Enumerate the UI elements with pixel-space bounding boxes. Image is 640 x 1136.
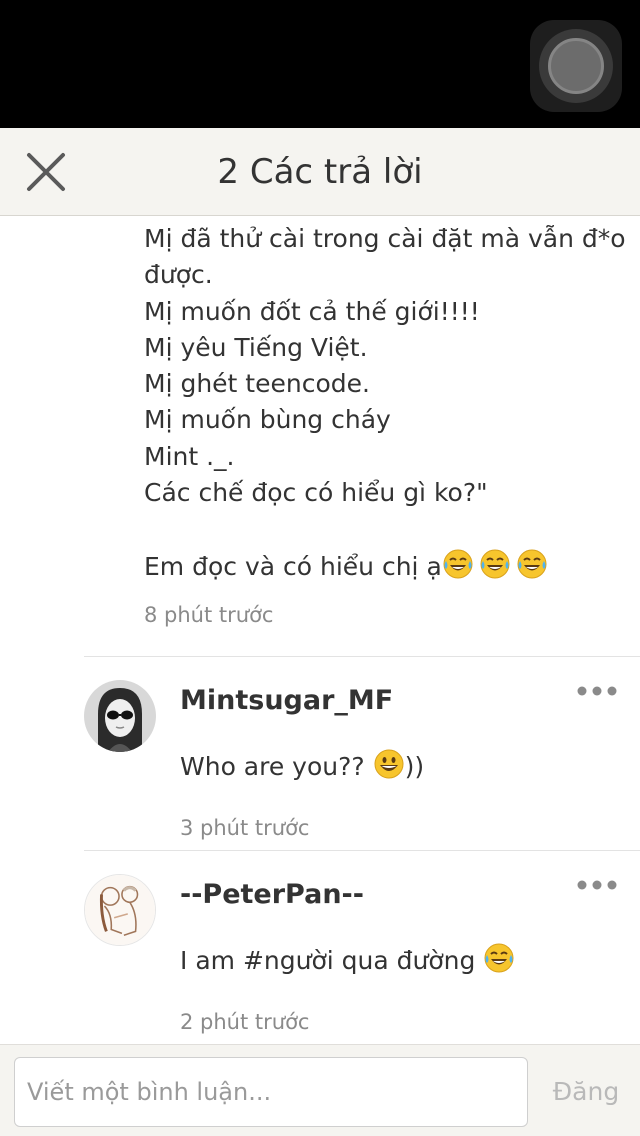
- grinning-face-emoji-icon: [373, 748, 405, 780]
- main-comment-text: Mị đã thử cài trong cài đặt mà vẫn đ*o đ…: [144, 221, 626, 585]
- reply-text: Who are you?? )): [180, 748, 424, 781]
- reply-time: 3 phút trước: [180, 816, 310, 840]
- user-avatar-image: [85, 875, 155, 945]
- tears-of-joy-emoji-icon: [483, 942, 515, 974]
- comment-composer: Đăng: [0, 1044, 640, 1136]
- close-icon: [27, 153, 65, 191]
- avatar[interactable]: [84, 874, 156, 946]
- reply-author[interactable]: --PeterPan--: [180, 879, 364, 910]
- reply-line-text: Em đọc và có hiểu chị ạ: [144, 551, 442, 581]
- tears-of-joy-emoji-icon: [479, 548, 511, 580]
- assistive-touch-dot: [548, 38, 604, 94]
- reply-item: --PeterPan-- I am #người qua đường 2 phú…: [0, 851, 640, 1044]
- comment-line: Mint ._.: [144, 441, 235, 471]
- reply-text-suffix: )): [404, 752, 425, 781]
- assistive-touch-button[interactable]: [530, 20, 622, 112]
- more-dots-icon: [577, 686, 617, 696]
- more-options-button[interactable]: [576, 681, 618, 701]
- comment-line: Mị ghét teencode.: [144, 369, 370, 399]
- tears-of-joy-emoji-icon: [516, 548, 548, 580]
- status-area: [0, 0, 640, 128]
- more-dots-icon: [577, 880, 617, 890]
- comment-line: Các chế đọc có hiểu gì ko?": [144, 478, 488, 508]
- post-button[interactable]: Đăng: [544, 1057, 628, 1127]
- comment-input[interactable]: [14, 1057, 528, 1127]
- user-avatar-image: [84, 680, 156, 752]
- page-title: 2 Các trả lời: [217, 152, 423, 192]
- tears-of-joy-emoji-icon: [442, 548, 474, 580]
- avatar[interactable]: [84, 680, 156, 752]
- comment-thread[interactable]: Mị đã thử cài trong cài đặt mà vẫn đ*o đ…: [0, 217, 640, 1044]
- reply-item: Mintsugar_MF Who are you?? )) 3 phút trư…: [0, 657, 640, 851]
- reply-author[interactable]: Mintsugar_MF: [180, 685, 393, 716]
- main-comment-time: 8 phút trước: [144, 603, 274, 627]
- more-options-button[interactable]: [576, 875, 618, 895]
- comment-reply-line: Em đọc và có hiểu chị ạ: [144, 548, 614, 585]
- comment-line: Mị muốn đốt cả thế giới!!!!: [144, 296, 480, 326]
- header: 2 Các trả lời: [0, 128, 640, 216]
- comment-line: Mị muốn bùng cháy: [144, 405, 391, 435]
- comment-line: Mị yêu Tiếng Việt.: [144, 332, 368, 362]
- comment-line: Mị đã thử cài trong cài đặt mà vẫn đ*o: [144, 224, 626, 253]
- reply-text-content: Who are you??: [180, 752, 373, 781]
- reply-time: 2 phút trước: [180, 1010, 310, 1034]
- reply-text-content: I am #người qua đường: [180, 946, 484, 975]
- reply-text: I am #người qua đường: [180, 942, 515, 975]
- comment-line: được.: [144, 260, 213, 290]
- close-button[interactable]: [22, 148, 70, 196]
